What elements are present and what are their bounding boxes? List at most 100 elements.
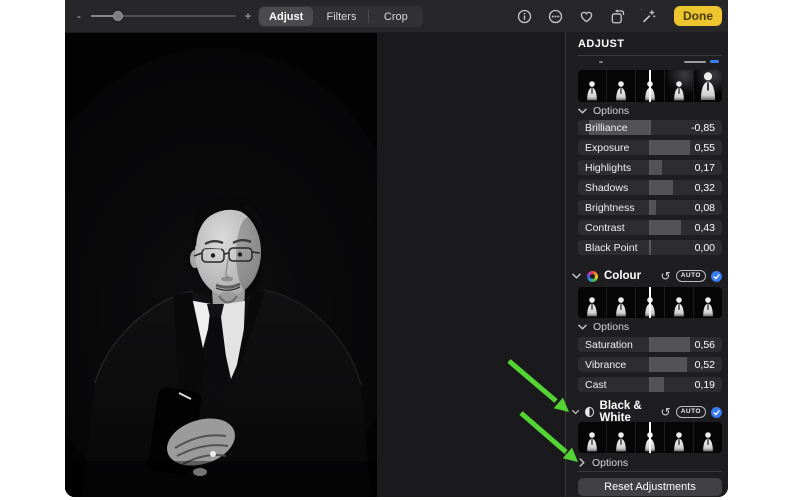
light-frame [578, 70, 606, 102]
colour-frame [606, 287, 635, 318]
panel-divider [578, 471, 722, 472]
zoom-slider-knob[interactable] [113, 11, 123, 21]
strip-cursor[interactable] [649, 422, 651, 453]
light-icon-sliver [599, 61, 603, 63]
slider-highlights[interactable]: Highlights 0,17 [578, 160, 722, 175]
tab-filters[interactable]: Filters [314, 6, 369, 27]
slider-fill [650, 377, 664, 392]
colour-frame [693, 287, 722, 318]
slider-value: 0,43 [694, 221, 715, 234]
slider-shadows[interactable]: Shadows 0,32 [578, 180, 722, 195]
slider-center-tick [649, 160, 651, 175]
check-icon [713, 273, 720, 280]
slider-label: Saturation [585, 338, 633, 351]
slider-black-point[interactable]: Black Point 0,00 [578, 240, 722, 255]
auto-button[interactable]: AUTO [675, 270, 706, 282]
slider-cast[interactable]: Cast 0,19 [578, 377, 722, 392]
light-check-sliver [710, 60, 719, 63]
chevron-down-icon [578, 108, 587, 114]
undo-icon[interactable]: ↺ [661, 270, 671, 282]
slider-value: 0,56 [694, 338, 715, 351]
slider-vibrance[interactable]: Vibrance 0,52 [578, 357, 722, 372]
bw-frame [606, 422, 635, 453]
slider-center-tick [649, 337, 651, 352]
slider-brilliance[interactable]: Brilliance -0,85 [578, 120, 722, 135]
panel-divider [578, 55, 722, 56]
slider-center-tick [649, 120, 651, 135]
slider-brightness[interactable]: Brightness 0,08 [578, 200, 722, 215]
slider-fill [650, 220, 681, 235]
auto-enhance-icon[interactable] [641, 8, 656, 24]
chevron-down-icon [572, 273, 581, 279]
light-intensity-strip[interactable] [578, 70, 722, 102]
chevron-right-icon [579, 458, 585, 467]
zoom-out-icon[interactable]: - [73, 9, 85, 23]
reset-adjustments-button[interactable]: Reset Adjustments [578, 478, 722, 496]
strip-cursor[interactable] [649, 287, 651, 318]
panel-title: ADJUST [578, 38, 625, 50]
tab-adjust[interactable]: Adjust [259, 7, 314, 26]
options-label: Options [593, 320, 630, 333]
screenshot-stage: - + Adjust Filters Crop Done ADJUST Opti… [0, 0, 799, 500]
zoom-slider-track[interactable] [91, 11, 236, 21]
enabled-checkbox[interactable] [711, 406, 722, 418]
auto-button[interactable]: AUTO [675, 406, 706, 418]
photo-preview [65, 33, 410, 497]
colour-frame [578, 287, 606, 318]
info-icon[interactable] [517, 9, 532, 24]
slider-exposure[interactable]: Exposure 0,55 [578, 140, 722, 155]
slider-label: Vibrance [585, 358, 627, 371]
slider-fill [650, 357, 688, 372]
slider-value: 0,00 [694, 241, 715, 254]
light-frame [606, 70, 635, 102]
rotate-icon[interactable] [610, 8, 625, 24]
strip-cursor[interactable] [649, 70, 651, 102]
slider-fill [650, 140, 690, 155]
undo-icon[interactable]: ↺ [661, 406, 671, 418]
slider-center-tick [649, 140, 651, 155]
options-label: Options [592, 456, 629, 469]
slider-center-tick [649, 377, 651, 392]
slider-value: 0,32 [694, 181, 715, 194]
slider-value: 0,19 [694, 378, 715, 391]
colour-frame [664, 287, 693, 318]
slider-value: 0,52 [694, 358, 715, 371]
bw-section-title: Black & White [599, 400, 642, 424]
colour-intensity-strip[interactable] [578, 287, 722, 318]
done-button[interactable]: Done [674, 6, 722, 26]
slider-fill [650, 337, 691, 352]
slider-fill [650, 180, 674, 195]
colour-options-toggle[interactable]: Options [578, 320, 629, 333]
slider-contrast[interactable]: Contrast 0,43 [578, 220, 722, 235]
bw-section-header[interactable]: Black & White ↺ AUTO [572, 400, 722, 424]
light-frame [664, 70, 693, 102]
enabled-checkbox[interactable] [711, 270, 722, 282]
check-icon [713, 409, 720, 416]
slider-label: Shadows [585, 181, 629, 194]
slider-center-tick [649, 240, 651, 255]
colour-section-header[interactable]: Colour ↺ AUTO [572, 269, 722, 283]
slider-label: Brightness [585, 201, 635, 214]
options-label: Options [593, 104, 630, 117]
toolbar-right-icons: Done [517, 0, 722, 32]
slider-saturation[interactable]: Saturation 0,56 [578, 337, 722, 352]
bw-frame [693, 422, 722, 453]
light-options-toggle[interactable]: Options [578, 104, 629, 117]
bw-options-toggle[interactable]: Options [578, 456, 628, 469]
light-frame [693, 70, 722, 102]
slider-value: 0,17 [694, 161, 715, 174]
slider-label: Highlights [585, 161, 632, 174]
tab-crop[interactable]: Crop [369, 6, 423, 27]
tab-filters-label: Filters [326, 10, 357, 23]
chevron-down-icon [578, 324, 587, 330]
bw-intensity-strip[interactable] [578, 422, 722, 453]
more-options-icon[interactable] [548, 9, 563, 24]
slider-center-tick [649, 220, 651, 235]
zoom-in-icon[interactable]: + [242, 9, 254, 23]
favorite-icon[interactable] [579, 9, 594, 24]
colour-section-title: Colour [604, 270, 642, 282]
colour-wheel-icon [587, 270, 598, 282]
edit-mode-tabs: Adjust Filters Crop [258, 6, 423, 27]
slider-value: 0,08 [694, 201, 715, 214]
slider-label: Black Point [585, 241, 638, 254]
